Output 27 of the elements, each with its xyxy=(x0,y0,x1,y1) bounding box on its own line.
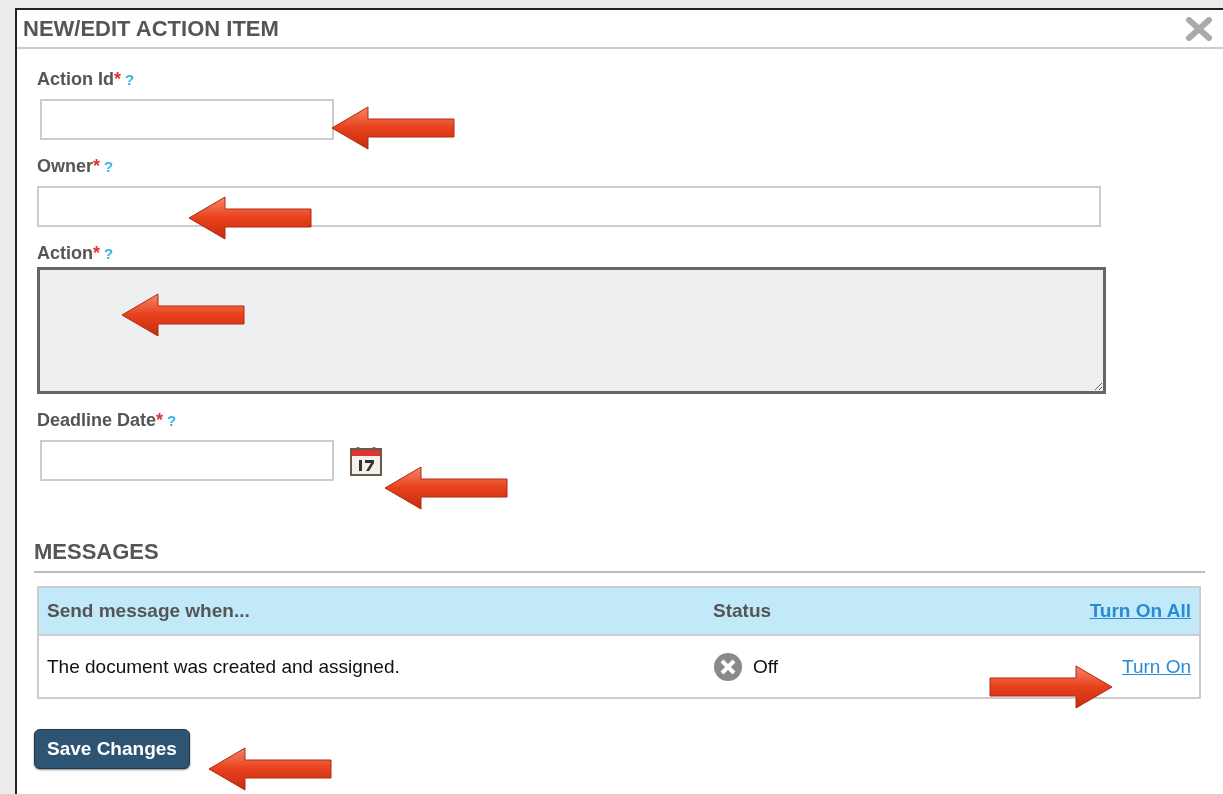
help-link[interactable]: ? xyxy=(125,71,135,88)
close-icon[interactable] xyxy=(1185,16,1213,41)
help-link[interactable]: ? xyxy=(104,158,114,175)
text-area[interactable] xyxy=(37,267,1106,394)
section-heading: MESSAGES xyxy=(34,539,1205,573)
input-field[interactable] xyxy=(40,99,334,140)
field-label: Action Id xyxy=(37,69,114,90)
help-link[interactable]: ? xyxy=(104,245,114,262)
field-label: Owner xyxy=(37,156,93,177)
save-button[interactable]: Save Changes xyxy=(34,729,190,769)
dialog-title: NEW/EDIT ACTION ITEM xyxy=(23,15,279,42)
status-text: Off xyxy=(753,655,778,678)
required-mark: * xyxy=(114,69,121,90)
turn-on-all-link[interactable]: Turn On All xyxy=(1089,600,1191,621)
input-field[interactable] xyxy=(37,186,1101,227)
date-field[interactable] xyxy=(40,440,334,481)
required-mark: * xyxy=(93,243,100,264)
required-mark: * xyxy=(156,410,164,431)
column-header: Status xyxy=(705,587,907,635)
calendar-icon[interactable] xyxy=(350,445,382,476)
column-header: Send message when... xyxy=(38,587,705,635)
turn-on-link[interactable]: Turn On xyxy=(1122,655,1191,677)
field-label: Action xyxy=(37,243,93,264)
required-mark: * xyxy=(93,156,101,177)
field-label: Deadline Date xyxy=(37,410,157,431)
table-cell: The document was created and assigned. xyxy=(38,635,705,698)
help-link[interactable]: ? xyxy=(167,412,177,429)
